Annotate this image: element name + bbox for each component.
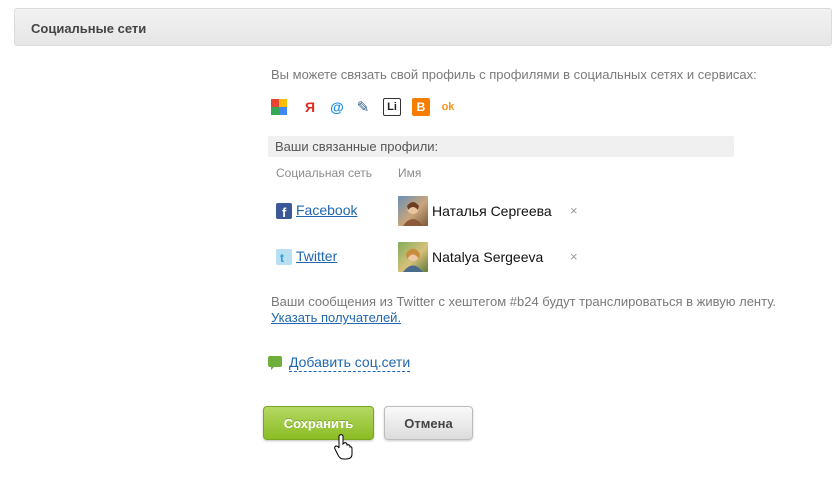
svg-text:f: f — [282, 205, 287, 219]
twitter-note: Ваши сообщения из Twitter с хештегом #b2… — [271, 294, 791, 326]
column-header-name: Имя — [398, 166, 422, 180]
twitter-note-text: Ваши сообщения из Twitter с хештегом #b2… — [271, 294, 777, 309]
table-row: f Facebook Наталья Сергеева × — [276, 196, 596, 228]
yandex-icon[interactable]: Я — [301, 98, 319, 116]
svg-text:t: t — [280, 251, 284, 265]
avatar — [398, 242, 428, 272]
facebook-icon: f — [276, 203, 292, 220]
comment-icon — [268, 356, 282, 370]
hand-cursor-icon — [334, 434, 353, 460]
column-header-network: Социальная сеть — [276, 166, 372, 180]
section-title: Социальные сети — [31, 21, 147, 36]
add-social-network-link[interactable]: Добавить соц.сети — [289, 353, 411, 372]
save-button[interactable]: Сохранить — [263, 406, 374, 440]
google-icon[interactable] — [270, 98, 288, 116]
linked-profiles-bar: Ваши связанные профили: — [268, 136, 734, 157]
twitter-icon: t — [276, 249, 292, 265]
livejournal-icon[interactable]: ✎ — [354, 98, 372, 116]
blogger-icon[interactable]: B — [412, 98, 430, 116]
facebook-link[interactable]: Facebook — [296, 202, 357, 218]
twitter-link[interactable]: Twitter — [296, 248, 337, 264]
specify-recipients-link[interactable]: Указать получателей. — [271, 310, 401, 325]
user-name: Наталья Сергеева — [432, 203, 552, 219]
remove-twitter-button[interactable]: × — [570, 249, 578, 264]
odnoklassniki-icon[interactable]: ok — [439, 98, 457, 116]
cancel-button[interactable]: Отмена — [384, 406, 473, 440]
section-header: Социальные сети — [14, 8, 832, 46]
linked-profiles-title: Ваши связанные профили: — [275, 139, 439, 154]
intro-text: Вы можете связать свой профиль с профиля… — [271, 67, 757, 82]
user-name: Natalya Sergeeva — [432, 249, 544, 265]
liveinternet-icon[interactable]: Li — [383, 98, 401, 116]
avatar — [398, 196, 428, 226]
table-row: t Twitter Natalya Sergeeva × — [276, 242, 596, 274]
mailru-icon[interactable]: @ — [328, 98, 346, 116]
remove-facebook-button[interactable]: × — [570, 203, 578, 218]
